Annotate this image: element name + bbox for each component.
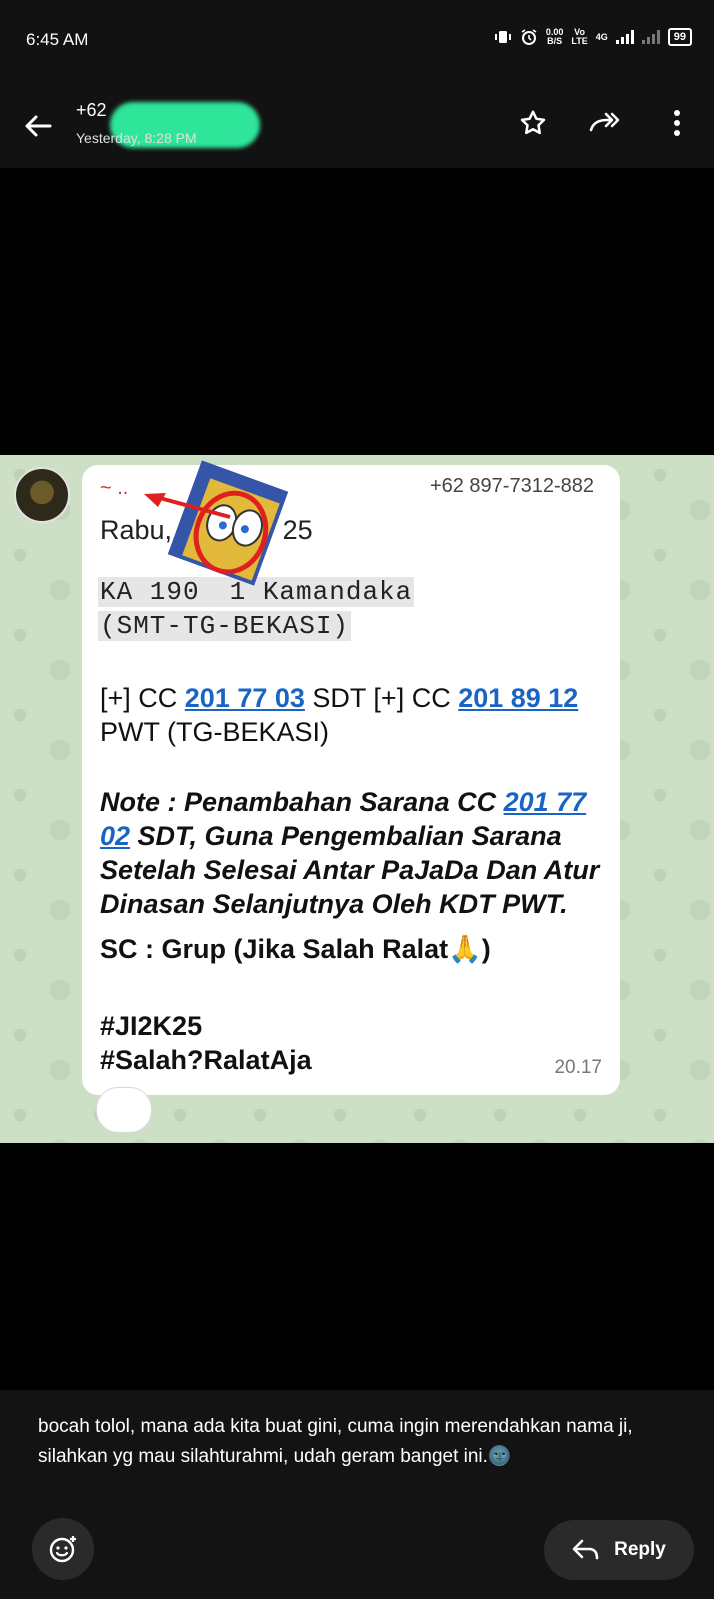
star-icon (520, 110, 546, 135)
status-icons: 0.00 B/S Vo LTE 4G 99 (494, 28, 692, 46)
note-line-4: Dinasan Selanjutnya Oleh KDT PWT. (100, 889, 568, 919)
note-link-a[interactable]: 201 77 (504, 787, 587, 817)
emoji-reaction-button[interactable] (32, 1518, 94, 1580)
shared-photo[interactable]: ~ .. +62 897-7312-882 Rabu, 3 25 KA 190 1 … (0, 455, 714, 1143)
reply-icon (572, 1539, 599, 1560)
add-reaction-icon (49, 1536, 76, 1563)
alarm-icon (521, 29, 537, 45)
note-line-2: 02 SDT, Guna Pengembalian Sarana (100, 821, 562, 851)
sc-line: SC : Grup (Jika Salah Ralat🙏) (100, 934, 491, 964)
sender-tilde: ~ .. (100, 477, 129, 499)
app-bar: +62 Yesterday, 8:28 PM (0, 80, 714, 168)
reply-button[interactable]: Reply (544, 1520, 694, 1580)
red-arrow-icon (144, 493, 231, 519)
status-bar: 6:45 AM 0.00 B/S Vo LTE 4G 99 (0, 0, 714, 80)
hashtag-2: #Salah?RalatAja (100, 1045, 312, 1075)
hashtag-1: #JI2K25 (100, 1011, 203, 1041)
vibrate-icon (494, 31, 511, 43)
avatar (14, 467, 70, 523)
app-bar-actions (516, 106, 694, 140)
status-time: 6:45 AM (26, 30, 89, 49)
sender-phone: +62 897-7312-882 (429, 475, 594, 497)
star-button[interactable] (516, 106, 550, 140)
volte-indicator: Vo LTE (571, 27, 588, 46)
sticker-image (167, 460, 289, 586)
forward-icon (589, 112, 620, 132)
battery-indicator: 99 (667, 28, 692, 46)
data-speed: 0.00 B/S (545, 27, 564, 46)
reply-label: Reply (614, 1539, 666, 1560)
more-options-button[interactable] (660, 106, 694, 140)
reaction-badge[interactable]: 😂 (96, 1087, 152, 1133)
route-line: (SMT-TG-BEKASI) (98, 611, 352, 641)
message-bubble: ~ .. +62 897-7312-882 Rabu, 3 25 KA 190 1 … (82, 460, 620, 1095)
more-vert-icon (674, 110, 680, 136)
sender-name: +62 (76, 100, 107, 120)
cc-line: [+] CC 201 77 03 SDT [+] CC 201 89 12 (100, 683, 579, 713)
caption-area: bocah tolol, mana ada kita buat gini, cu… (0, 1390, 714, 1599)
back-button[interactable] (20, 108, 56, 144)
forward-button[interactable] (588, 106, 622, 140)
note-line-3: Setelah Selesai Antar PaJaDa Dan Atur (100, 855, 600, 885)
cc-link-2[interactable]: 201 89 12 (458, 683, 578, 713)
note-line-1: Note : Penambahan Sarana CC 201 77 (100, 787, 587, 817)
network-type: 4G (595, 31, 608, 42)
message-date: Yesterday, 8:28 PM (76, 130, 197, 146)
photo-caption: bocah tolol, mana ada kita buat gini, cu… (38, 1416, 633, 1467)
train-line: KA 190 1 Kamandaka (98, 577, 415, 607)
signal-icon (615, 30, 634, 44)
cc-link-1[interactable]: 201 77 03 (185, 683, 305, 713)
pwt-line: PWT (TG-BEKASI) (100, 717, 330, 747)
message-timestamp: 20.17 (554, 1057, 602, 1078)
signal-icon-sim2 (641, 30, 660, 44)
back-arrow-icon (25, 115, 52, 137)
note-link-b[interactable]: 02 (100, 821, 130, 851)
